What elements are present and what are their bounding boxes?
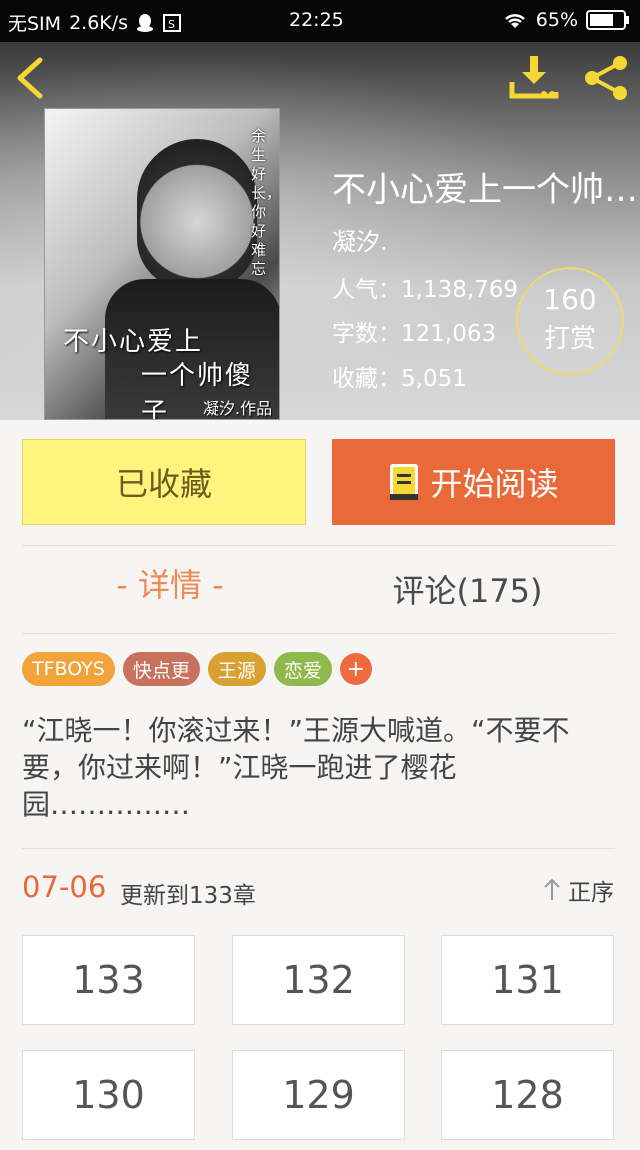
- share-icon: [585, 56, 627, 100]
- word-count-stat: 字数：121,063: [332, 321, 497, 347]
- collected-button[interactable]: 已收藏: [22, 439, 306, 525]
- divider: [22, 848, 615, 849]
- tag-wang-yuan[interactable]: 王源: [207, 652, 266, 686]
- book-cover[interactable]: 余生好长，你好难忘 不小心爱上 一个帅傻子 凝汐.作品: [44, 108, 280, 420]
- divider: [22, 545, 615, 546]
- reward-button[interactable]: 160 打赏: [516, 267, 624, 375]
- status-left: 无SIM 2.6K/s S: [8, 9, 182, 36]
- arrow-up-icon: [544, 878, 560, 900]
- add-tag-button[interactable]: +: [339, 653, 372, 685]
- tag-update-faster[interactable]: 快点更: [122, 652, 200, 686]
- collected-label: 已收藏: [115, 465, 212, 503]
- cover-title-line1: 不小心爱上: [63, 327, 204, 357]
- status-bar: 无SIM 2.6K/s S 22:25 65%: [0, 0, 640, 42]
- chevron-left-icon: [17, 57, 43, 99]
- share-button[interactable]: [582, 54, 630, 102]
- tag-list: TFBOYS 快点更 王源 恋爱 +: [22, 652, 372, 686]
- update-status: 更新到133章: [120, 883, 256, 909]
- sim-icon: S: [162, 13, 182, 33]
- download-button[interactable]: [508, 54, 560, 100]
- chapter-button[interactable]: 128: [441, 1050, 614, 1140]
- book-title: 不小心爱上一个帅傻子: [332, 170, 640, 210]
- chapter-button[interactable]: 133: [22, 935, 195, 1025]
- popularity-stat: 人气：1,138,769: [332, 277, 519, 303]
- battery-percent: 65%: [535, 9, 578, 31]
- chapter-button[interactable]: 130: [22, 1050, 195, 1140]
- download-icon: [509, 56, 559, 99]
- clock: 22:25: [289, 9, 344, 31]
- tab-comments[interactable]: 评论(175): [320, 566, 615, 612]
- tag-romance[interactable]: 恋爱: [273, 652, 332, 686]
- carrier-text: 无SIM: [8, 13, 62, 35]
- start-reading-button[interactable]: 开始阅读: [332, 439, 615, 525]
- status-right: 65%: [502, 9, 630, 31]
- reward-label: 打赏: [543, 324, 596, 354]
- reward-count: 160: [543, 283, 597, 316]
- sort-label: 正序: [568, 880, 614, 906]
- sort-order-button[interactable]: 正序: [542, 873, 614, 907]
- tab-detail[interactable]: - 详情 -: [22, 560, 318, 606]
- favorites-stat: 收藏：5,051: [332, 366, 467, 392]
- divider: [22, 633, 615, 634]
- network-speed: 2.6K/s: [69, 11, 129, 34]
- back-button[interactable]: [10, 54, 50, 102]
- book-author[interactable]: 凝汐.: [332, 222, 388, 257]
- svg-text:S: S: [168, 18, 175, 31]
- chapter-button[interactable]: 129: [232, 1050, 405, 1140]
- cover-author-mark: 凝汐.作品: [203, 399, 273, 418]
- battery-icon: [586, 9, 630, 31]
- cover-figure-head: [137, 139, 257, 289]
- qq-icon: [136, 13, 154, 33]
- book-icon: [390, 464, 419, 500]
- chapter-button[interactable]: 132: [232, 935, 405, 1025]
- chapter-button[interactable]: 131: [441, 935, 614, 1025]
- start-reading-label: 开始阅读: [430, 465, 559, 503]
- update-date: 07-06: [22, 870, 107, 904]
- book-header: 余生好长，你好难忘 不小心爱上 一个帅傻子 凝汐.作品 不小心爱上一个帅傻子 凝…: [0, 42, 640, 420]
- wifi-icon: [502, 10, 528, 30]
- cover-vertical-text: 余生好长，你好难忘: [251, 127, 280, 278]
- tag-tfboys[interactable]: TFBOYS: [22, 652, 115, 686]
- book-synopsis[interactable]: “江晓一！你滚过来！”王源大喊道。“不要不要，你过来啊！”江晓一跑进了樱花园………: [22, 712, 618, 823]
